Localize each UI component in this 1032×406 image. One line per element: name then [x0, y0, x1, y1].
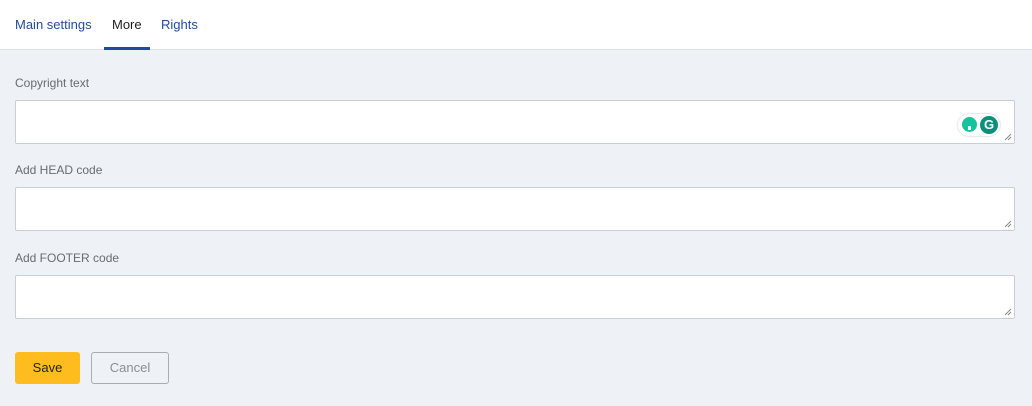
footer-code-label: Add FOOTER code	[15, 251, 120, 265]
save-button[interactable]: Save	[15, 352, 80, 384]
resize-handle-icon[interactable]	[1004, 220, 1012, 228]
resize-handle-icon[interactable]	[1004, 308, 1012, 316]
resize-handle-icon[interactable]	[1004, 133, 1012, 141]
tab-bar: Main settings More Rights	[0, 0, 1032, 50]
head-code-field[interactable]	[15, 187, 1015, 231]
grammarly-logo-icon[interactable]: G	[980, 116, 998, 134]
grammarly-suggestion-icon[interactable]	[962, 117, 977, 132]
tab-rights[interactable]: Rights	[161, 0, 198, 49]
head-code-label: Add HEAD code	[15, 163, 103, 177]
copyright-text-field[interactable]: G	[15, 100, 1015, 144]
tab-main-settings[interactable]: Main settings	[15, 0, 92, 49]
cancel-button[interactable]: Cancel	[91, 352, 169, 384]
footer-code-field[interactable]	[15, 275, 1015, 319]
grammarly-widget[interactable]: G	[958, 114, 1000, 136]
copyright-text-label: Copyright text	[15, 76, 90, 90]
tab-more[interactable]: More	[104, 0, 150, 50]
